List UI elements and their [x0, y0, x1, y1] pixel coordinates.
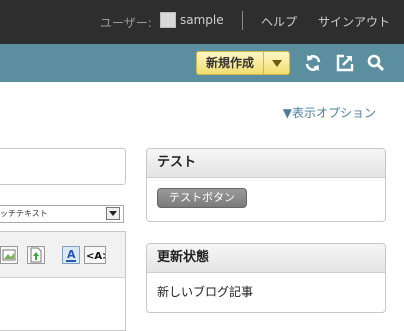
status-text: 新しいブログ記事: [157, 285, 254, 299]
status-panel-title: 更新状態: [147, 244, 385, 273]
user-label: ユーザー:: [100, 16, 152, 30]
insert-image-icon[interactable]: [0, 246, 18, 264]
font-color-icon[interactable]: A: [62, 246, 80, 264]
test-button[interactable]: テストボタン: [157, 188, 247, 208]
status-panel: 更新状態 新しいブログ記事: [146, 243, 386, 313]
avatar: [160, 12, 176, 28]
view-options-link[interactable]: ▼表示オプション: [283, 104, 376, 121]
dropdown-arrow-icon[interactable]: [263, 52, 289, 74]
refresh-icon[interactable]: [303, 53, 323, 73]
title-input[interactable]: [0, 148, 126, 185]
help-link[interactable]: ヘルプ: [261, 13, 297, 30]
svg-text:A: A: [67, 248, 76, 261]
upload-file-icon[interactable]: [27, 246, 45, 264]
toolbar: 新規作成: [0, 44, 404, 82]
test-panel: テスト テストボタン: [146, 148, 386, 222]
select-arrow-icon[interactable]: [106, 207, 120, 220]
new-create-button[interactable]: 新規作成: [196, 51, 290, 75]
html-source-icon[interactable]: <A>: [84, 246, 111, 264]
top-bar: ユーザー: sample ヘルプ サインアウト: [0, 0, 404, 44]
signout-link[interactable]: サインアウト: [318, 13, 390, 30]
svg-text:<A>: <A>: [86, 251, 105, 262]
editor-mode-label: ッチテキスト: [0, 209, 48, 218]
search-icon[interactable]: [366, 53, 386, 73]
new-create-label[interactable]: 新規作成: [197, 52, 263, 74]
username[interactable]: sample: [180, 13, 224, 27]
test-panel-title: テスト: [147, 149, 385, 178]
external-link-icon[interactable]: [335, 53, 355, 73]
divider: [242, 11, 243, 30]
